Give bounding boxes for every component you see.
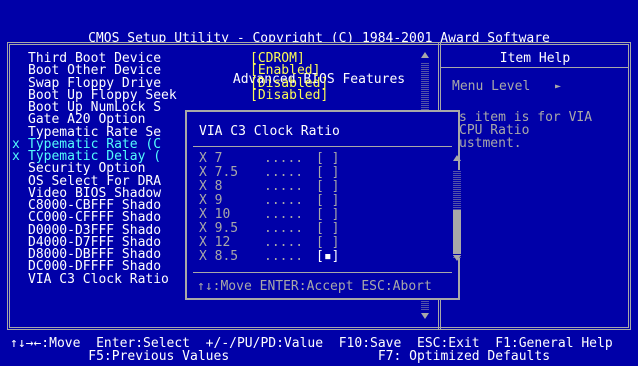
dialog-title-separator (193, 146, 452, 147)
ratio-option[interactable]: X 12..... [ ] (199, 236, 339, 249)
option-label: X 8 (199, 179, 223, 194)
ratio-option[interactable]: X 8..... [ ] (199, 180, 339, 193)
scroll-down-icon[interactable] (421, 313, 429, 319)
option-dots: ..... (264, 235, 304, 250)
help-separator (441, 67, 629, 68)
option-label: X 12 (199, 235, 231, 250)
option-label: X 9 (199, 193, 223, 208)
dialog-title: VIA C3 Clock Ratio (199, 124, 340, 139)
ratio-option[interactable]: X 9.5..... [ ] (199, 222, 339, 235)
dialog-hint: ↑↓:Move ENTER:Accept ESC:Abort (197, 279, 432, 294)
dialog-scroll-down-icon[interactable] (453, 255, 461, 261)
ratio-option[interactable]: X 10..... [ ] (199, 208, 339, 221)
dialog-hint-separator (193, 272, 452, 273)
help-text-3: ustment. (459, 136, 522, 151)
disabled-mark: x (12, 149, 20, 164)
ratio-option[interactable]: X 7.5..... [ ] (199, 166, 339, 179)
setting-value[interactable]: [Disabled] (250, 89, 328, 102)
option-label: X 7 (199, 151, 223, 166)
help-title: Item Help (499, 51, 571, 66)
option-dots: ..... (264, 249, 304, 264)
option-checkbox[interactable]: [ ] (316, 235, 339, 250)
option-checkbox[interactable]: [ ] (316, 193, 339, 208)
option-label: X 10 (199, 207, 231, 222)
option-checkbox[interactable]: [ ] (316, 165, 339, 180)
dialog-scroll-up-icon[interactable] (453, 155, 461, 161)
title-header: CMOS Setup Utility - Copyright (C) 1984-… (0, 0, 638, 87)
option-checkbox[interactable]: [ ] (316, 179, 339, 194)
option-checkbox[interactable]: [ ] (316, 207, 339, 222)
option-dots: ..... (264, 221, 304, 236)
ratio-option[interactable]: X 9..... [ ] (199, 194, 339, 207)
dialog-scroll-thumb[interactable] (453, 210, 461, 254)
option-dots: ..... (264, 193, 304, 208)
ratio-option[interactable]: X 7..... [ ] (199, 152, 339, 165)
clock-ratio-dialog: VIA C3 Clock Ratio X 7.....[ ] X 7.5.....… (185, 110, 461, 300)
option-label: X 7.5 (199, 165, 239, 180)
setting-label[interactable]: VIA C3 Clock Ratio (28, 273, 198, 286)
option-checkbox[interactable]: [ ] (316, 221, 339, 236)
option-checkbox[interactable]: [▪] (316, 249, 339, 264)
footer-keys-2: F5:Previous Values F7: Optimized Default… (10, 349, 551, 364)
option-label: X 8.5 (199, 249, 239, 264)
menu-level-arrow-icon: ► (555, 81, 562, 92)
option-label: X 9.5 (199, 221, 239, 236)
scroll-up-icon[interactable] (421, 52, 429, 58)
option-dots: ..... (264, 207, 304, 222)
option-dots: ..... (264, 179, 304, 194)
option-dots: ..... (264, 151, 304, 166)
ratio-option[interactable]: X 8.5..... [▪] (199, 250, 339, 263)
option-dots: ..... (264, 165, 304, 180)
option-checkbox[interactable]: [ ] (316, 151, 339, 166)
menu-level-label: Menu Level (452, 79, 531, 94)
